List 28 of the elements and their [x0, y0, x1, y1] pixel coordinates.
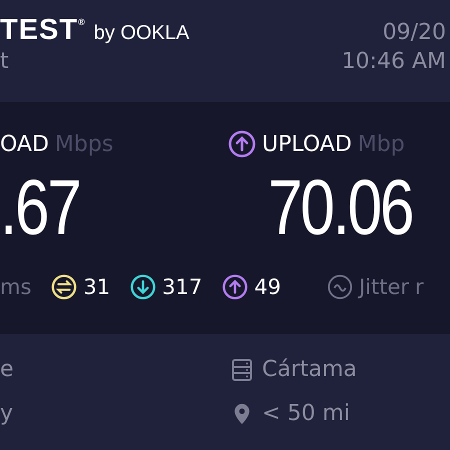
jitter-label: Jitter — [358, 275, 410, 299]
location-pin-icon — [232, 403, 252, 425]
ping-value: 49 — [254, 275, 281, 299]
provider-name: e — [0, 356, 15, 384]
provider-detail: y — [0, 400, 14, 428]
server-icon — [232, 359, 252, 381]
result-subtitle: t — [0, 49, 10, 74]
up-arrow-circle-icon — [228, 130, 256, 158]
result-unit: Mbps — [54, 132, 114, 156]
wave-circle-icon — [326, 274, 353, 300]
ping-value: 317 — [162, 275, 202, 299]
result-label: OAD — [0, 132, 49, 156]
down-arrow-circle-icon — [130, 274, 156, 300]
ping-value: 31 — [83, 275, 110, 299]
jitter-unit: r — [415, 275, 424, 299]
result-date: 09/20 — [382, 20, 446, 45]
result-unit: Mbp — [358, 132, 405, 156]
server-distance: < 50 mi — [262, 400, 350, 428]
logo-byline: by OOKLA — [94, 22, 190, 45]
ping-unit: ms — [0, 275, 32, 299]
logo-wordmark: TEST$^{®}$ — [0, 14, 86, 47]
result-label: UPLOAD — [262, 132, 352, 156]
speed-value: 70.06 — [268, 162, 414, 252]
speed-value: .67 — [0, 162, 81, 252]
up-arrow-circle-icon — [222, 274, 248, 300]
result-time: 10:46 AM — [342, 49, 446, 74]
server-name: Cártama — [262, 356, 357, 384]
swap-arrows-circle-icon — [51, 274, 78, 300]
